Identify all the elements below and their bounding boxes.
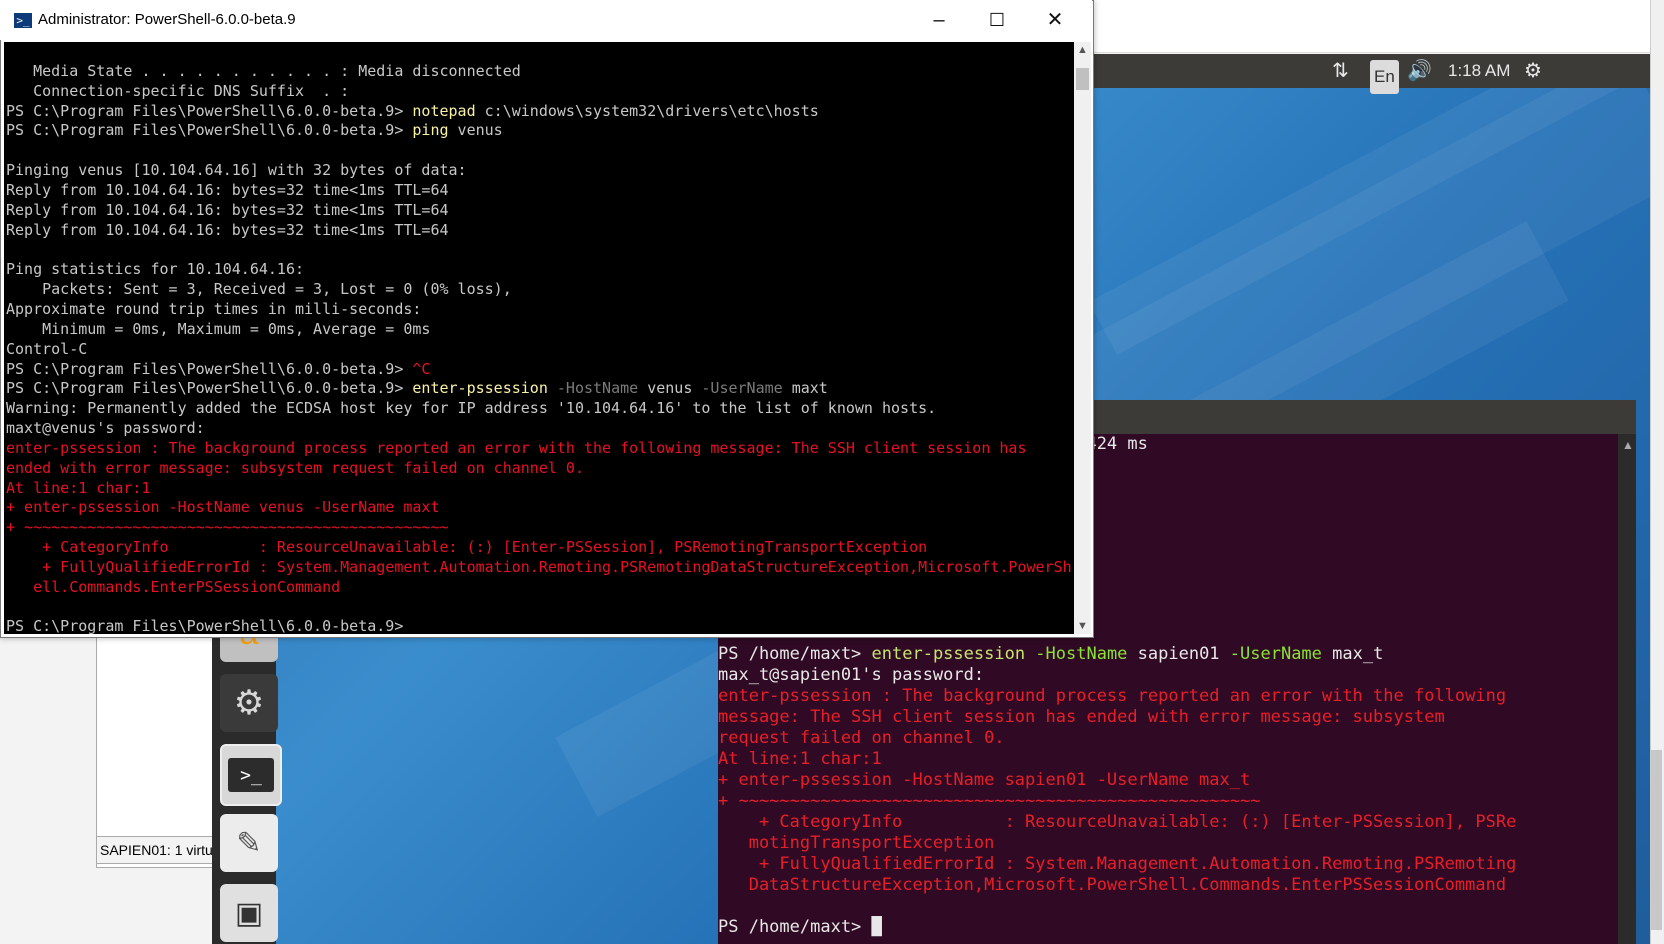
powershell-line: + enter-pssession -HostName venus -UserN… (6, 498, 440, 517)
powershell-line: + FullyQualifiedErrorId : System.Managem… (6, 557, 1072, 576)
powershell-line: maxt@venus's password: (6, 419, 205, 438)
hyperv-vm-list-pane (96, 634, 214, 868)
powershell-line (4, 141, 1074, 161)
save-icon[interactable]: ▣ (220, 884, 278, 942)
powershell-line: enter-pssession : The background process… (6, 438, 1027, 457)
powershell-line: Ping statistics for 10.104.64.16: (6, 260, 305, 279)
powershell-line (4, 240, 1074, 260)
ubuntu-terminal-line: max_t@sapien01's password: (718, 665, 985, 685)
chevron-up-icon[interactable]: ▲ (1077, 44, 1088, 56)
ubuntu-terminal-line: + FullyQualifiedErrorId : System.Managem… (718, 854, 1517, 874)
powershell-line: Connection-specific DNS Suffix . : (6, 81, 350, 100)
powershell-line: Pinging venus [10.104.64.16] with 32 byt… (6, 161, 467, 180)
powershell-icon: >_ (14, 13, 32, 28)
powershell-line: Warning: Permanently added the ECDSA hos… (6, 399, 937, 418)
ubuntu-terminal-line: + ~~~~~~~~~~~~~~~~~~~~~~~~~~~~~~~~~~~~~~… (718, 791, 1261, 811)
hyperv-toolbar (1060, 24, 1660, 53)
network-icon[interactable]: ⇅ (1332, 54, 1349, 88)
ubuntu-terminal-line: message: The SSH client session has ende… (718, 707, 1445, 727)
settings-icon[interactable]: ⚙ (220, 674, 278, 732)
ubuntu-terminal-line: PS /home/maxt> █ (718, 917, 882, 937)
scrollbar-thumb[interactable] (1076, 68, 1089, 90)
powershell-line: Reply from 10.104.64.16: bytes=32 time<1… (6, 180, 449, 199)
window-title: Administrator: PowerShell-6.0.0-beta.9 (38, 11, 296, 28)
powershell-line: PS C:\Program Files\PowerShell\6.0.0-bet… (6, 359, 431, 378)
powershell-titlebar[interactable]: >_ Administrator: PowerShell-6.0.0-beta.… (0, 0, 1092, 40)
powershell-scrollbar[interactable]: ▲ ▼ (1074, 42, 1091, 634)
ubuntu-terminal-scrollbar[interactable]: ▲ (1618, 434, 1636, 944)
powershell-line: Media State . . . . . . . . . . . : Medi… (6, 61, 521, 80)
ubuntu-terminal-line: PS /home/maxt> enter-pssession -HostName… (718, 644, 1384, 664)
powershell-line: + CategoryInfo : ResourceUnavailable: (:… (6, 538, 928, 557)
maximize-button[interactable]: ☐ (968, 0, 1026, 40)
ubuntu-terminal-line: enter-pssession : The background process… (718, 686, 1507, 706)
clock[interactable]: 1:18 AM (1448, 54, 1510, 88)
ubuntu-terminal-line: + CategoryInfo : ResourceUnavailable: (:… (718, 812, 1517, 832)
hyperv-status-text: SAPIEN01: 1 virtu (96, 836, 217, 864)
powershell-line (4, 598, 1074, 618)
powershell-line: PS C:\Program Files\PowerShell\6.0.0-bet… (6, 121, 503, 140)
scrollbar-thumb[interactable] (1651, 750, 1662, 930)
powershell-line: PS C:\Program Files\PowerShell\6.0.0-bet… (6, 617, 404, 634)
powershell-line: PS C:\Program Files\PowerShell\6.0.0-bet… (6, 379, 828, 398)
close-button[interactable]: ✕ (1026, 0, 1084, 40)
volume-icon[interactable]: 🔊 (1407, 54, 1432, 88)
terminal-icon[interactable]: >_ (220, 744, 282, 806)
unity-launcher: a ⚙ >_ ✎ ▣ (212, 604, 282, 944)
ubuntu-top-panel: ⇅ En 🔊 1:18 AM ⚙ (1060, 54, 1650, 94)
powershell-line: Packets: Sent = 3, Received = 3, Lost = … (6, 280, 512, 299)
powershell-line: Approximate round trip times in milli-se… (6, 299, 422, 318)
powershell-line: Reply from 10.104.64.16: bytes=32 time<1… (6, 200, 449, 219)
gear-icon[interactable]: ⚙ (1524, 54, 1542, 88)
ubuntu-terminal-titlebar[interactable] (1090, 400, 1636, 434)
powershell-console-output[interactable]: Media State . . . . . . . . . . . : Medi… (4, 42, 1074, 634)
minimize-button[interactable]: – (910, 0, 968, 40)
text-editor-icon[interactable]: ✎ (220, 814, 278, 872)
powershell-line: At line:1 char:1 (6, 478, 151, 497)
powershell-line (4, 42, 1074, 62)
powershell-line: Minimum = 0ms, Maximum = 0ms, Average = … (6, 319, 431, 338)
ubuntu-terminal-line: motingTransportException (718, 833, 995, 853)
keyboard-language-indicator[interactable]: En (1370, 60, 1399, 94)
powershell-line: ended with error message: subsystem requ… (6, 458, 584, 477)
powershell-line: PS C:\Program Files\PowerShell\6.0.0-bet… (6, 101, 819, 120)
powershell-line: + ~~~~~~~~~~~~~~~~~~~~~~~~~~~~~~~~~~~~~~… (6, 518, 449, 537)
powershell-line: ell.Commands.EnterPSSessionCommand (6, 577, 341, 596)
powershell-line: Reply from 10.104.64.16: bytes=32 time<1… (6, 220, 449, 239)
chevron-down-icon[interactable]: ▼ (1077, 620, 1088, 632)
ubuntu-terminal-line: DataStructureException,Microsoft.PowerSh… (718, 875, 1507, 895)
ubuntu-terminal-line (718, 896, 1618, 917)
powershell-line: Control-C (6, 339, 88, 358)
ubuntu-terminal-line: request failed on channel 0. (718, 728, 1005, 748)
ubuntu-terminal-line: At line:1 char:1 (718, 749, 882, 769)
ubuntu-terminal-line: + enter-pssession -HostName sapien01 -Us… (718, 770, 1251, 790)
chevron-up-icon[interactable]: ▲ (1622, 438, 1634, 452)
